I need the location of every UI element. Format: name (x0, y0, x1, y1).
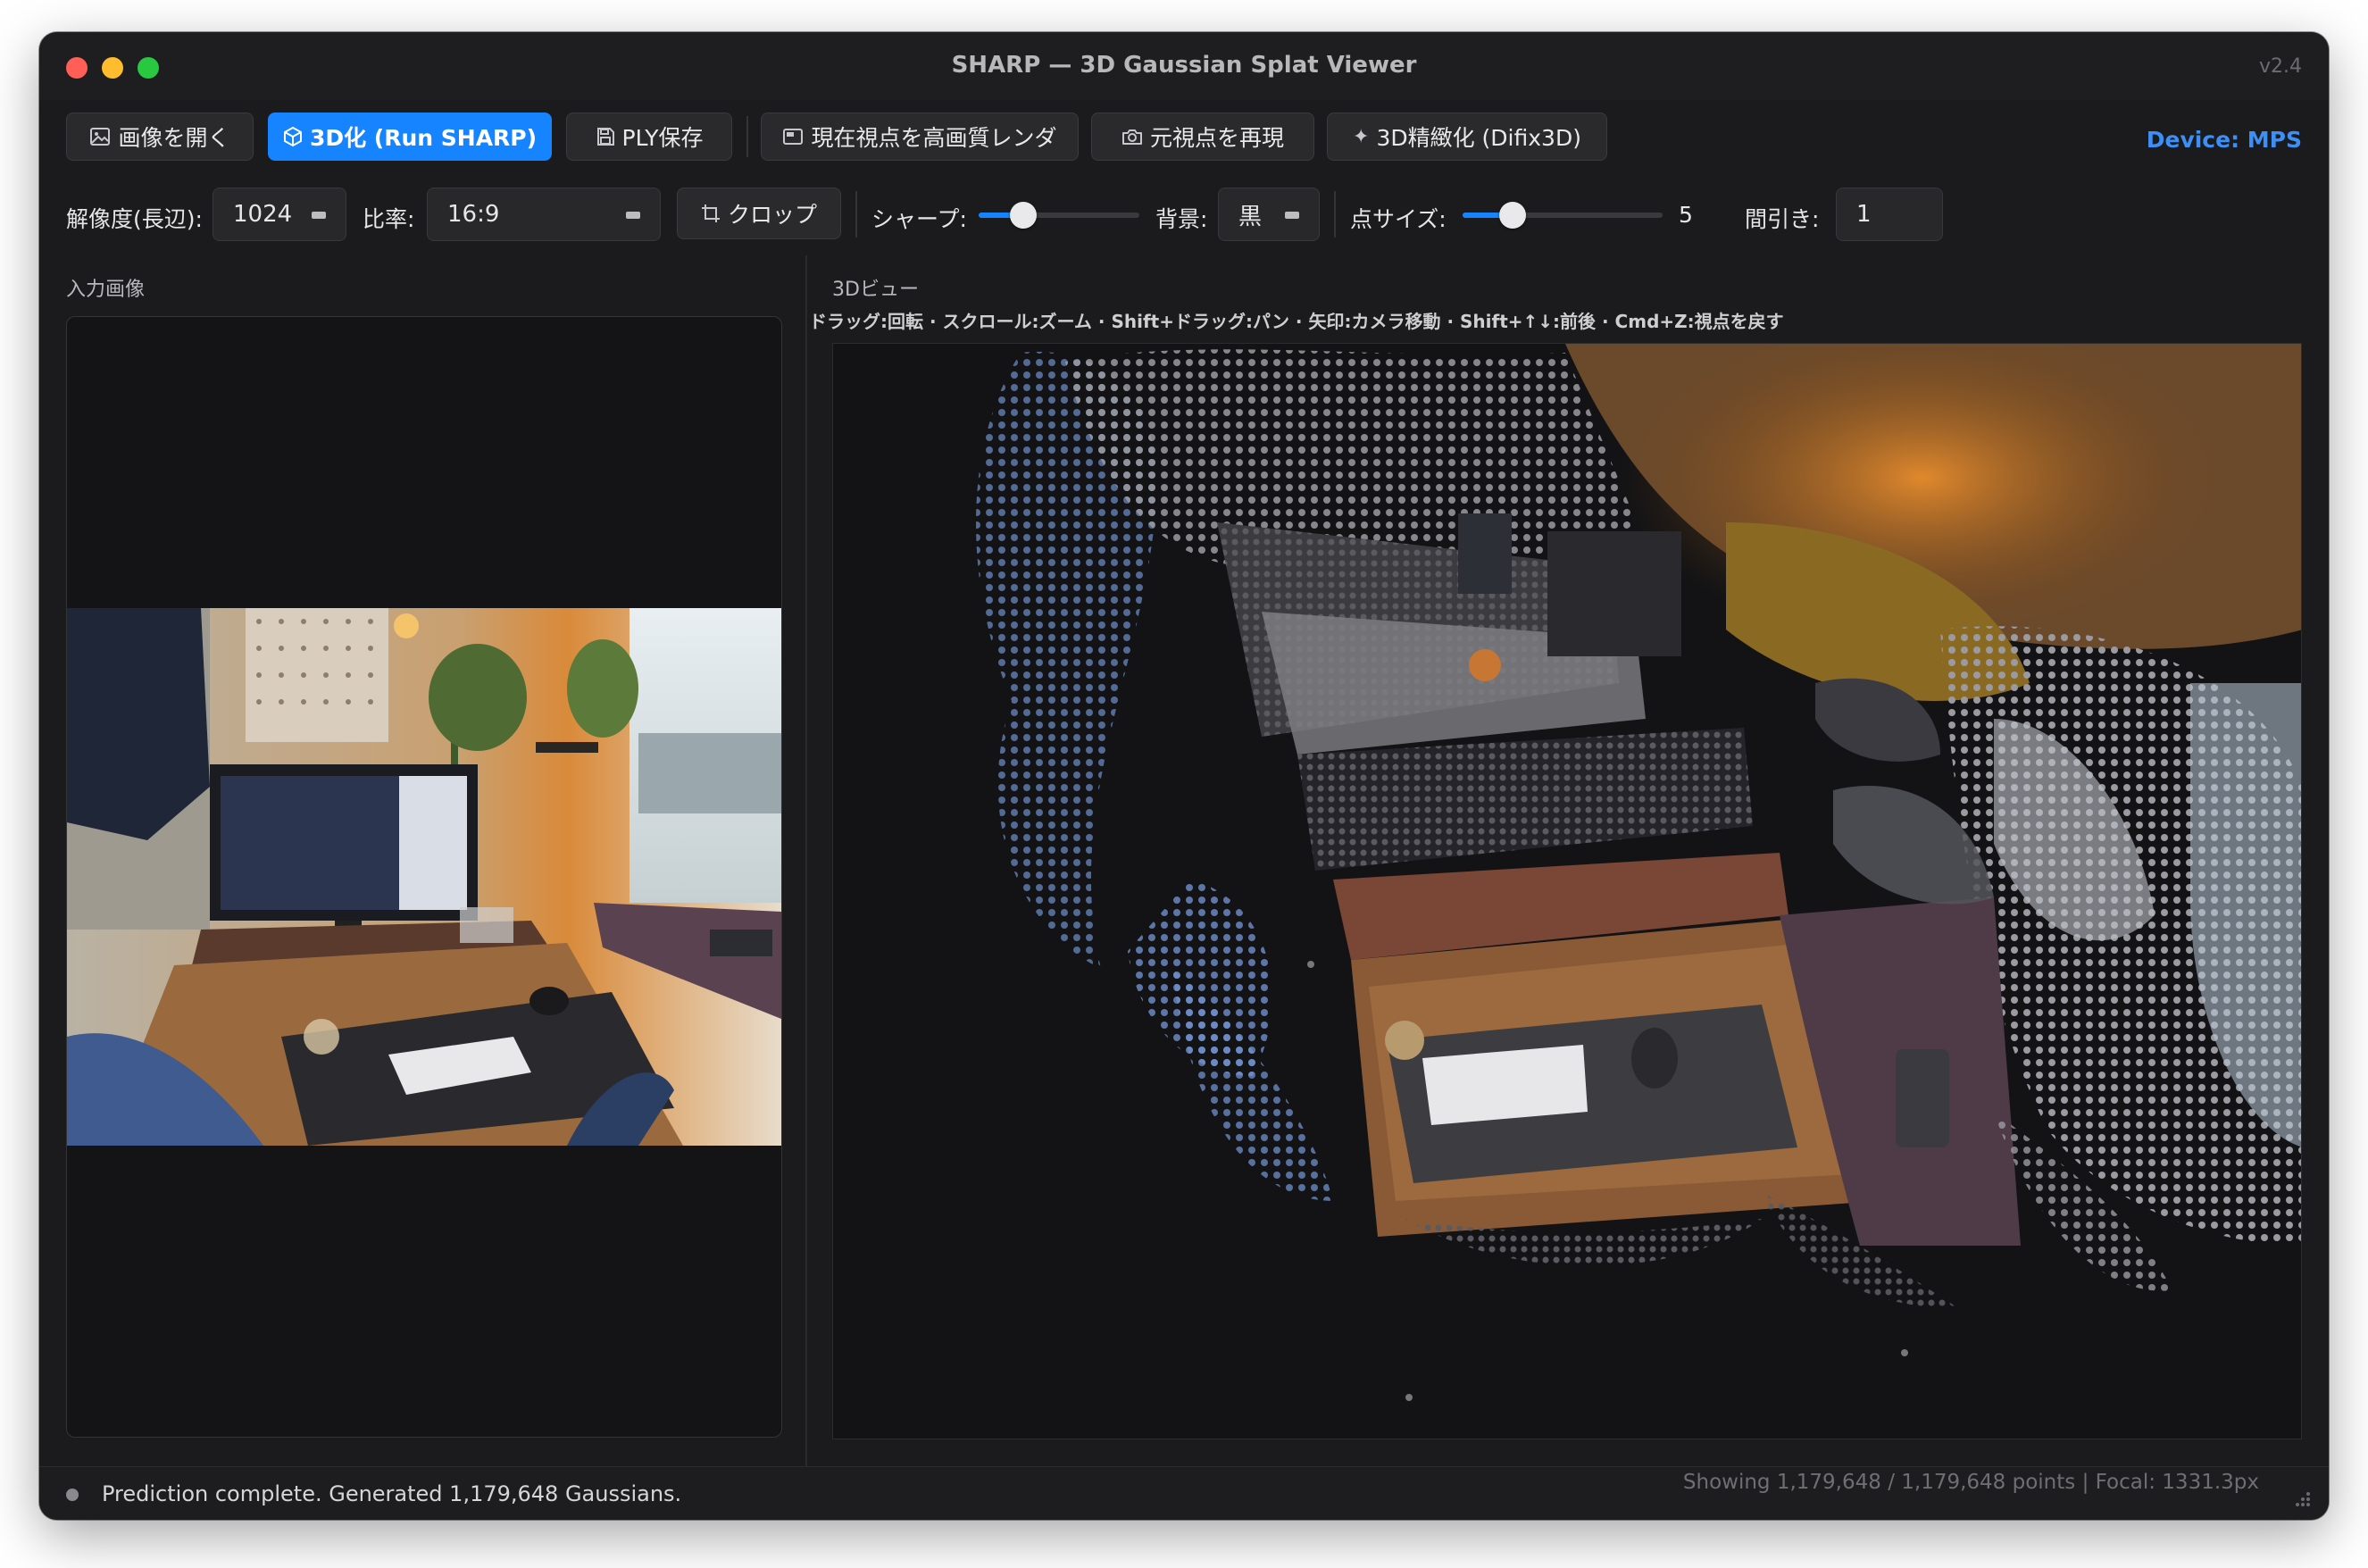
settings-divider (855, 191, 857, 238)
point-size-slider[interactable] (1463, 202, 1663, 229)
point-stats: Showing 1,179,648 / 1,179,648 points | F… (1682, 1471, 2259, 1494)
open-image-label: 画像を開く (118, 125, 230, 151)
toolbar-divider (746, 116, 748, 157)
resolution-select[interactable]: 1024 (213, 188, 346, 241)
crop-button[interactable]: クロップ (677, 188, 841, 239)
image-icon (90, 128, 111, 146)
crop-label: クロップ (727, 202, 817, 228)
point-size-label: 点サイズ: (1350, 206, 1447, 232)
input-photo (67, 608, 781, 1146)
thinning-label: 間引き: (1745, 206, 1820, 232)
panel-divider[interactable] (805, 255, 807, 1500)
settings-divider (1334, 191, 1336, 238)
render-high-quality-label: 現在視点を高画質レンダ (811, 125, 1057, 151)
window-title: SHARP — 3D Gaussian Splat Viewer (951, 52, 1417, 79)
camera-icon (1121, 129, 1142, 145)
3d-view-controls-hint: ドラッグ:回転 · スクロール:ズーム · Shift+ドラッグ:パン · 矢印… (809, 311, 1784, 332)
refine-difix3d-label: 3D精緻化 (Difix3D) (1376, 125, 1581, 151)
render-icon (783, 129, 804, 145)
open-image-button[interactable]: 画像を開く (66, 113, 254, 161)
3d-view-title: 3Dビュー (832, 279, 919, 301)
resolution-label: 解像度(長辺): (66, 206, 203, 232)
point-size-value: 5 (1679, 202, 1693, 228)
gaussian-splat-render (976, 344, 2301, 1401)
ratio-select[interactable]: 16:9 (427, 188, 661, 241)
ratio-value: 16:9 (447, 201, 500, 228)
ratio-label: 比率: (363, 206, 415, 232)
cube-icon (283, 127, 302, 146)
resolution-value: 1024 (233, 201, 293, 228)
status-message: Prediction complete. Generated 1,179,648… (102, 1481, 682, 1506)
input-image-title: 入力画像 (66, 279, 146, 301)
status-indicator-icon (66, 1489, 79, 1501)
sparkle-icon: ✦ (1353, 125, 1370, 148)
status-bar: Prediction complete. Generated 1,179,648… (39, 1466, 2329, 1520)
device-indicator: Device: MPS (2146, 127, 2302, 153)
toolbar: 画像を開く 3D化 (Run SHARP) PLY保存 現在視点を高画質レンダ … (39, 100, 2329, 173)
background-label: 背景: (1155, 206, 1208, 232)
3d-viewport[interactable] (832, 343, 2302, 1439)
thinning-input[interactable]: 1 (1836, 188, 1943, 241)
sharp-slider-handle[interactable] (1010, 202, 1037, 229)
desk-photo-image (67, 608, 781, 1146)
refine-difix3d-button[interactable]: ✦ 3D精緻化 (Difix3D) (1327, 113, 1607, 161)
sharp-slider[interactable] (979, 202, 1139, 229)
crop-icon (701, 204, 720, 222)
background-select[interactable]: 黒 (1218, 188, 1320, 241)
version-label: v2.4 (2258, 55, 2302, 78)
resize-grip-icon[interactable] (2291, 1488, 2311, 1507)
point-size-slider-handle[interactable] (1499, 202, 1526, 229)
dropdown-icon (1285, 212, 1299, 219)
settings-bar: 解像度(長辺): 1024 比率: 16:9 クロップ シャープ: 背景: 黒 … (39, 173, 2329, 255)
save-ply-button[interactable]: PLY保存 (566, 113, 732, 161)
run-sharp-button[interactable]: 3D化 (Run SHARP) (268, 113, 552, 161)
background-value: 黒 (1238, 203, 1263, 230)
input-image-frame (66, 316, 782, 1438)
dropdown-icon (626, 212, 640, 219)
dropdown-icon (312, 212, 326, 219)
save-ply-label: PLY保存 (621, 125, 704, 151)
reset-view-button[interactable]: 元視点を再現 (1091, 113, 1314, 161)
reset-view-label: 元視点を再現 (1149, 125, 1284, 151)
title-bar: SHARP — 3D Gaussian Splat Viewer v2.4 (39, 32, 2329, 100)
app-window: SHARP — 3D Gaussian Splat Viewer v2.4 画像… (39, 32, 2329, 1520)
thinning-value: 1 (1856, 201, 1872, 228)
floppy-icon (596, 128, 614, 146)
run-sharp-label: 3D化 (Run SHARP) (309, 125, 538, 151)
sharp-label: シャープ: (871, 206, 967, 232)
render-high-quality-button[interactable]: 現在視点を高画質レンダ (761, 113, 1079, 161)
